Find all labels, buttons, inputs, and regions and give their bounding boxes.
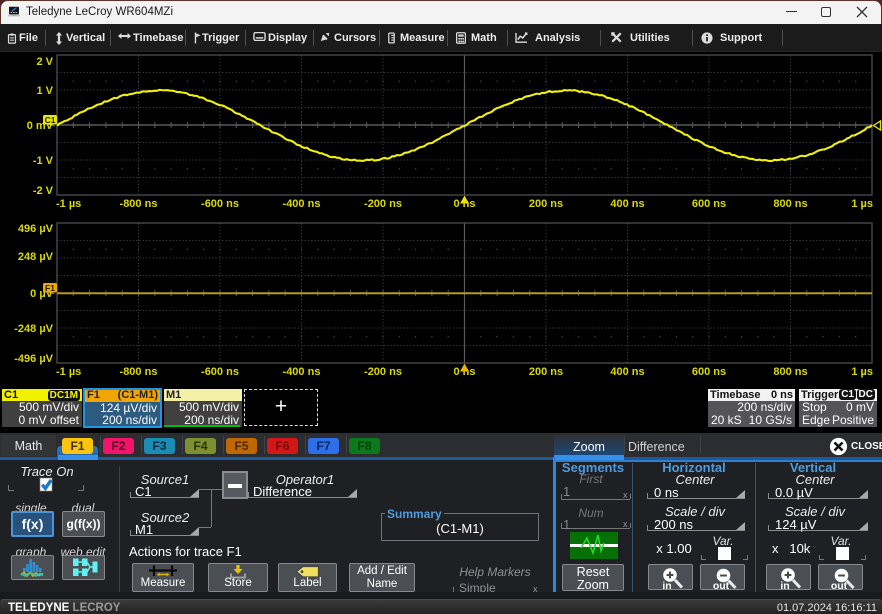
svg-text:600 ns: 600 ns	[692, 198, 726, 210]
svg-text:-1 µs: -1 µs	[56, 366, 81, 378]
svg-text:-800 ns: -800 ns	[120, 366, 158, 378]
svg-text:out: out	[713, 580, 730, 591]
svg-text:1 µs: 1 µs	[851, 366, 873, 378]
svg-text:-248 µV: -248 µV	[14, 323, 53, 335]
svg-text:out: out	[831, 580, 848, 591]
svg-text:400 ns: 400 ns	[610, 366, 644, 378]
svg-text:-400 ns: -400 ns	[283, 198, 321, 210]
svg-text:-600 ns: -600 ns	[201, 198, 239, 210]
svg-text:C1: C1	[45, 115, 56, 125]
svg-text:2 V: 2 V	[36, 56, 53, 68]
svg-text:400 ns: 400 ns	[610, 198, 644, 210]
svg-text:1 V: 1 V	[36, 85, 53, 97]
svg-text:800 ns: 800 ns	[773, 198, 807, 210]
svg-text:200 ns: 200 ns	[529, 198, 563, 210]
svg-text:800 ns: 800 ns	[773, 366, 807, 378]
svg-text:in: in	[780, 580, 789, 591]
svg-text:-800 ns: -800 ns	[120, 198, 158, 210]
svg-text:600 ns: 600 ns	[692, 366, 726, 378]
svg-text:496 µV: 496 µV	[18, 223, 54, 235]
svg-text:-2 V: -2 V	[33, 185, 54, 197]
svg-text:200 ns: 200 ns	[529, 366, 563, 378]
svg-text:-200 ns: -200 ns	[364, 366, 402, 378]
svg-text:248 µV: 248 µV	[18, 251, 54, 263]
svg-text:-400 ns: -400 ns	[283, 366, 321, 378]
svg-text:-496 µV: -496 µV	[14, 353, 53, 365]
svg-text:-200 ns: -200 ns	[364, 198, 402, 210]
svg-text:F1: F1	[45, 283, 55, 293]
svg-text:-600 ns: -600 ns	[201, 366, 239, 378]
svg-text:in: in	[662, 580, 671, 591]
svg-text:-1 V: -1 V	[33, 155, 54, 167]
svg-text:-1 µs: -1 µs	[56, 198, 81, 210]
svg-text:1 µs: 1 µs	[851, 198, 873, 210]
